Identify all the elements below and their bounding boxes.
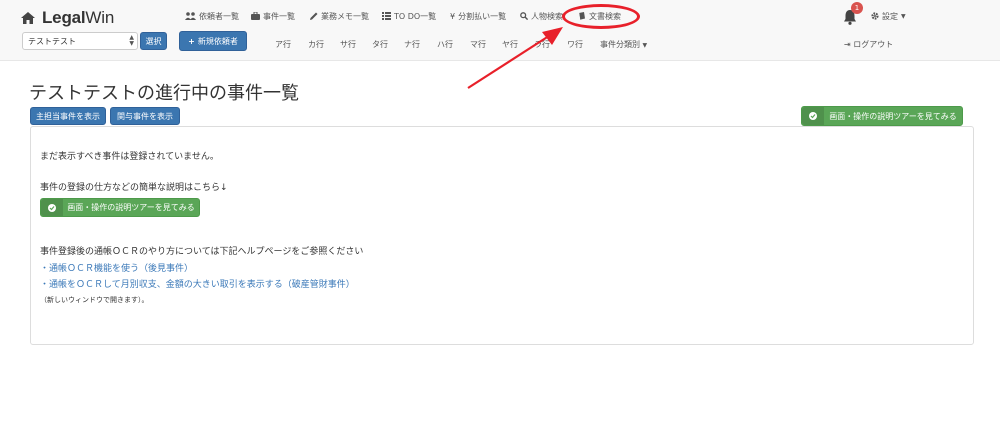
brand-name: LegalWin	[42, 8, 115, 27]
logout-icon: ⇥	[844, 40, 851, 49]
annotation-arrow	[467, 27, 563, 89]
page-title: テストテストの進行中の事件一覧	[29, 83, 299, 104]
kana-ta[interactable]: タ行	[372, 39, 388, 50]
yen-icon: ¥	[450, 11, 456, 21]
list-icon	[382, 12, 391, 20]
howto-text: 事件の登録の仕方などの簡単な説明はこちら↓	[40, 183, 228, 193]
menu-case-list[interactable]: 事件一覧	[251, 9, 295, 23]
case-category-dropdown[interactable]: 事件分類別 ▼	[600, 39, 647, 50]
new-client-button[interactable]: + 新規依頼者	[179, 31, 247, 51]
kana-ha[interactable]: ハ行	[437, 39, 453, 50]
kana-na[interactable]: ナ行	[404, 39, 420, 50]
menu-client-list[interactable]: 依頼者一覧	[185, 9, 239, 23]
menu-todo-list[interactable]: TO DO一覧	[382, 9, 436, 23]
show-involved-cases-button[interactable]: 関与事件を表示	[110, 107, 180, 125]
plus-icon: +	[188, 36, 195, 46]
gear-icon	[871, 12, 879, 20]
briefcase-icon	[251, 12, 260, 20]
ocr-intro-text: 事件登録後の通帳ＯＣＲのやり方については下記ヘルプページをご参照ください	[40, 247, 364, 257]
check-circle-icon	[809, 112, 817, 120]
kana-a[interactable]: ア行	[275, 39, 291, 50]
new-window-note: （新しいウィンドウで開きます）。	[40, 296, 149, 304]
tour-button-panel[interactable]: 画面・操作の説明ツアーを見てみる	[40, 198, 200, 217]
select-arrows-icon: ▲ ▼	[129, 34, 134, 47]
annotation-highlight-circle	[562, 4, 640, 29]
settings-dropdown[interactable]: 設定 ▼	[871, 9, 906, 23]
kana-ka[interactable]: カ行	[308, 39, 324, 50]
check-circle-icon	[48, 203, 56, 212]
users-icon	[185, 12, 196, 20]
select-button[interactable]: 選択	[140, 32, 167, 50]
home-icon	[21, 12, 35, 24]
caret-down-icon: ▼	[901, 12, 906, 20]
case-list-panel: まだ表示すべき事件は登録されていません。 事件の登録の仕方などの簡単な説明はこち…	[30, 126, 974, 345]
caret-down-icon: ▼	[642, 42, 648, 49]
empty-message: まだ表示すべき事件は登録されていません。	[40, 152, 219, 162]
notification-badge: 1	[851, 2, 863, 14]
pencil-icon	[310, 12, 318, 20]
brand-logo[interactable]: LegalWin	[21, 7, 114, 29]
logout-link[interactable]: ⇥ ログアウト	[844, 39, 893, 50]
kana-sa[interactable]: サ行	[340, 39, 356, 50]
show-primary-cases-button[interactable]: 主担当事件を表示	[30, 107, 106, 125]
menu-memo-list[interactable]: 業務メモ一覧	[310, 9, 369, 23]
link-ocr-guardianship[interactable]: ・通帳ＯＣＲ機能を使う（後見事件）	[40, 261, 193, 274]
client-select[interactable]: テストテスト ▲ ▼	[22, 32, 138, 50]
tour-button-top[interactable]: 画面・操作の説明ツアーを見てみる	[801, 106, 963, 126]
link-ocr-bankruptcy[interactable]: ・通帳をＯＣＲして月別収支、金額の大きい取引を表示する（破産管財事件）	[40, 277, 355, 290]
